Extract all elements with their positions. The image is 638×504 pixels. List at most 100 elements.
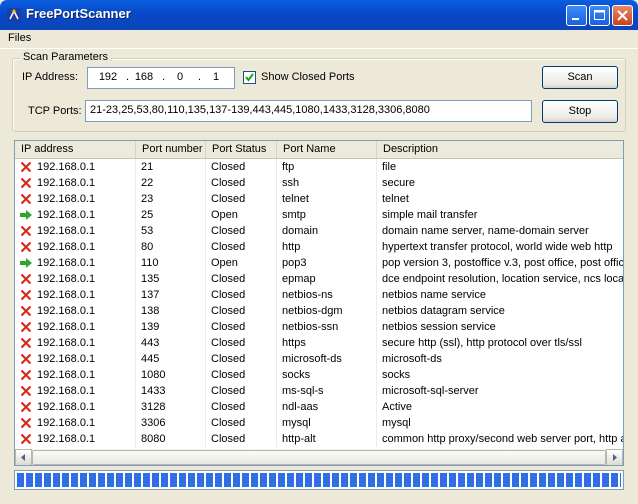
maximize-icon [594, 10, 605, 20]
cell-desc: microsoft-ds [377, 351, 623, 367]
arrow-left-icon [21, 454, 25, 461]
window-title: FreePortScanner [26, 6, 131, 21]
menu-files[interactable]: Files [8, 32, 31, 44]
ip-octet-3[interactable]: 0 [168, 71, 192, 83]
cell-status: Closed [206, 191, 277, 207]
table-row[interactable]: 192.168.0.1 3306 Closed mysql mysql [15, 415, 623, 431]
ip-octet-4[interactable]: 1 [204, 71, 228, 83]
cell-ip: 192.168.0.1 [15, 367, 136, 383]
minimize-button[interactable] [566, 5, 587, 26]
cell-desc: common http proxy/second web server port… [377, 431, 623, 447]
cell-ip: 192.168.0.1 [15, 335, 136, 351]
cell-status: Closed [206, 383, 277, 399]
cell-status: Closed [206, 223, 277, 239]
table-row[interactable]: 192.168.0.1 22 Closed ssh secure [15, 175, 623, 191]
table-row[interactable]: 192.168.0.1 138 Closed netbios-dgm netbios d… [15, 303, 623, 319]
column-header-status[interactable]: Port Status [206, 141, 277, 158]
table-row[interactable]: 192.168.0.1 53 Closed domain domain name ser… [15, 223, 623, 239]
table-row[interactable]: 192.168.0.1 443 Closed https secure http (ss… [15, 335, 623, 351]
tcp-ports-label: TCP Ports: [28, 105, 82, 117]
close-button[interactable] [612, 5, 633, 26]
cell-name: microsoft-ds [277, 351, 377, 367]
cell-status: Closed [206, 367, 277, 383]
table-row[interactable]: 192.168.0.1 25 Open smtp simple mail transfe… [15, 207, 623, 223]
progress-fill [17, 473, 621, 487]
cell-name: http [277, 239, 377, 255]
tcp-ports-value: 21-23,25,53,80,110,135,137-139,443,445,1… [90, 104, 430, 116]
table-row[interactable]: 192.168.0.1 137 Closed netbios-ns netbios na… [15, 287, 623, 303]
cell-name: mysql [277, 415, 377, 431]
cell-name: ftp [277, 159, 377, 175]
cell-name: smtp [277, 207, 377, 223]
column-header-ip[interactable]: IP address [15, 141, 136, 158]
ip-dot: . [162, 71, 166, 83]
scroll-thumb[interactable] [32, 450, 606, 465]
cell-status: Closed [206, 175, 277, 191]
table-row[interactable]: 192.168.0.1 23 Closed telnet telnet [15, 191, 623, 207]
show-closed-label[interactable]: Show Closed Ports [261, 71, 355, 83]
cell-port: 3306 [136, 415, 206, 431]
table-row[interactable]: 192.168.0.1 135 Closed epmap dce endpoint re… [15, 271, 623, 287]
show-closed-checkbox[interactable] [243, 71, 256, 84]
cell-ip: 192.168.0.1 [15, 319, 136, 335]
cell-status: Closed [206, 239, 277, 255]
table-row[interactable]: 192.168.0.1 80 Closed http hypertext transfe… [15, 239, 623, 255]
cell-desc: netbios datagram service [377, 303, 623, 319]
scan-button[interactable]: Scan [542, 66, 618, 89]
horizontal-scrollbar[interactable] [15, 449, 623, 465]
cell-name: netbios-ssn [277, 319, 377, 335]
table-row[interactable]: 192.168.0.1 3128 Closed ndl-aas Active [15, 399, 623, 415]
table-row[interactable]: 192.168.0.1 139 Closed netbios-ssn netbios s… [15, 319, 623, 335]
cell-port: 139 [136, 319, 206, 335]
table-row[interactable]: 192.168.0.1 110 Open pop3 pop version 3, pos… [15, 255, 623, 271]
cell-port: 137 [136, 287, 206, 303]
maximize-button[interactable] [589, 5, 610, 26]
table-row[interactable]: 192.168.0.1 1433 Closed ms-sql-s microsoft-s… [15, 383, 623, 399]
cell-desc: file [377, 159, 623, 175]
table-row[interactable]: 192.168.0.1 445 Closed microsoft-ds microsof… [15, 351, 623, 367]
cell-port: 1080 [136, 367, 206, 383]
ip-address-field[interactable]: 192 . 168 . 0 . 1 [87, 67, 235, 89]
results-list[interactable]: IP address Port number Port Status Port … [14, 140, 624, 466]
column-header-description[interactable]: Description [377, 141, 623, 158]
cell-desc: simple mail transfer [377, 207, 623, 223]
table-row[interactable]: 192.168.0.1 8080 Closed http-alt common http… [15, 431, 623, 447]
stop-button[interactable]: Stop [542, 100, 618, 123]
cell-desc: domain name server, name-domain server [377, 223, 623, 239]
cell-status: Closed [206, 303, 277, 319]
table-row[interactable]: 192.168.0.1 1080 Closed socks socks [15, 367, 623, 383]
cell-ip: 192.168.0.1 [15, 175, 136, 191]
cell-port: 3128 [136, 399, 206, 415]
ip-address-label: IP Address: [22, 71, 79, 83]
cell-desc: Active [377, 399, 623, 415]
cell-desc: secure http (ssl), http protocol over tl… [377, 335, 623, 351]
cell-port: 80 [136, 239, 206, 255]
ip-octet-2[interactable]: 168 [132, 71, 156, 83]
tcp-ports-input[interactable]: 21-23,25,53,80,110,135,137-139,443,445,1… [85, 100, 532, 122]
cell-status: Closed [206, 271, 277, 287]
cell-desc: hypertext transfer protocol, world wide … [377, 239, 623, 255]
scroll-right-button[interactable] [606, 449, 623, 465]
cell-desc: telnet [377, 191, 623, 207]
cell-port: 21 [136, 159, 206, 175]
cell-ip: 192.168.0.1 [15, 159, 136, 175]
cell-name: https [277, 335, 377, 351]
ip-dot: . [126, 71, 130, 83]
cell-status: Closed [206, 399, 277, 415]
column-header-port[interactable]: Port number [136, 141, 206, 158]
cell-name: telnet [277, 191, 377, 207]
cell-desc: secure [377, 175, 623, 191]
cell-ip: 192.168.0.1 [15, 431, 136, 447]
cell-ip: 192.168.0.1 [15, 383, 136, 399]
scan-progress-bar [14, 470, 624, 490]
table-row[interactable]: 192.168.0.1 21 Closed ftp file [15, 159, 623, 175]
cell-name: ndl-aas [277, 399, 377, 415]
title-bar[interactable]: FreePortScanner [0, 0, 638, 30]
cell-ip: 192.168.0.1 [15, 287, 136, 303]
ip-octet-1[interactable]: 192 [96, 71, 120, 83]
column-header-name[interactable]: Port Name [277, 141, 377, 158]
cell-ip: 192.168.0.1 [15, 271, 136, 287]
cell-name: domain [277, 223, 377, 239]
cell-port: 1433 [136, 383, 206, 399]
scroll-left-button[interactable] [15, 449, 32, 465]
